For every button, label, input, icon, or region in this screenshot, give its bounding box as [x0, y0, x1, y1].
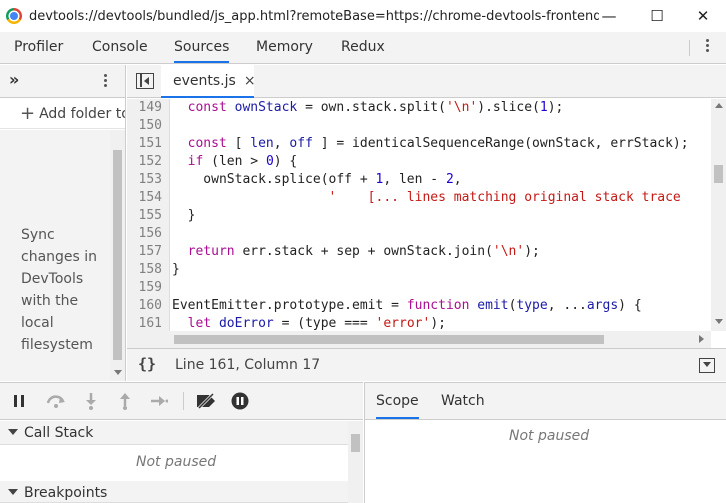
tab-console[interactable]: Console [92, 32, 148, 63]
editor-status-bar: {} Line 161, Column 17 [127, 348, 726, 381]
scroll-up-icon[interactable] [715, 103, 723, 108]
code-line: ownStack.splice(off + 1, len - 2, [172, 172, 462, 187]
plus-icon: + [20, 103, 36, 124]
line-number[interactable]: 150 [127, 117, 162, 135]
toggle-navigator-icon[interactable] [136, 73, 154, 89]
code-line: const [ len, off ] = identicalSequenceRa… [187, 136, 689, 151]
navigator-scroll-thumb[interactable] [113, 150, 122, 360]
debugger-scrollbar[interactable] [348, 421, 363, 503]
editor-tab-bar: events.js × [127, 65, 726, 98]
debugger-toolbar [0, 382, 363, 420]
scroll-right-icon[interactable] [699, 335, 704, 343]
pause-on-exceptions-icon[interactable] [231, 392, 249, 410]
customize-devtools-icon[interactable] [706, 39, 709, 54]
toolbar-divider [183, 392, 184, 410]
toggle-debugger-icon[interactable] [699, 358, 715, 373]
window-title: devtools://devtools/bundled/js_app.html?… [29, 8, 599, 24]
code-line: if (len > 0) { [187, 154, 298, 169]
debugger-sidebar-tabs: Scope Watch [364, 382, 726, 420]
scope-pane: Not paused [364, 420, 726, 503]
pause-icon[interactable] [14, 392, 24, 410]
step-over-icon[interactable] [45, 392, 67, 410]
minimize-button[interactable]: — [586, 0, 632, 32]
debugger-scroll-thumb[interactable] [351, 434, 360, 452]
code-line: EventEmitter.prototype.emit = function e… [172, 298, 642, 313]
toolbar-divider [689, 40, 690, 56]
tab-memory[interactable]: Memory [256, 32, 313, 63]
close-window-button[interactable]: ✕ [680, 0, 726, 32]
code-line: } [172, 262, 180, 277]
chrome-logo-icon [6, 8, 22, 24]
line-number[interactable]: 161 [127, 315, 162, 331]
call-stack-label: Call Stack [24, 425, 94, 441]
expand-triangle-icon [8, 489, 18, 495]
line-number[interactable]: 155 [127, 207, 162, 225]
pretty-print-icon[interactable]: {} [138, 355, 156, 373]
line-number[interactable]: 154 [127, 189, 162, 207]
code-line: let doError = (type === 'error'); [187, 316, 446, 331]
more-tabs-icon[interactable]: » [9, 70, 19, 89]
tab-redux[interactable]: Redux [341, 32, 385, 63]
scope-status: Not paused [509, 428, 590, 444]
navigator-body: Sync changes in DevTools with the local … [0, 130, 110, 381]
expand-triangle-icon [8, 429, 18, 435]
line-number[interactable]: 160 [127, 297, 162, 315]
line-number[interactable]: 153 [127, 171, 162, 189]
add-folder-button[interactable]: +Add folder to workspace [0, 99, 125, 129]
editor-vertical-scrollbar[interactable] [711, 99, 726, 331]
tab-scope[interactable]: Scope [376, 383, 419, 419]
code-line: ' [... lines matching original stack tra… [328, 190, 681, 205]
call-stack-header[interactable]: Call Stack [0, 421, 348, 445]
close-tab-icon[interactable]: × [244, 73, 256, 89]
maximize-button[interactable]: ☐ [634, 0, 680, 32]
navigator-toolbar: » [0, 65, 125, 98]
line-number[interactable]: 157 [127, 243, 162, 261]
navigator-scrollbar[interactable] [110, 130, 125, 381]
sync-changes-text: Sync changes in DevTools with the local … [21, 227, 98, 353]
window-titlebar: devtools://devtools/bundled/js_app.html?… [0, 0, 726, 32]
line-number[interactable]: 159 [127, 279, 162, 297]
breakpoints-label: Breakpoints [24, 485, 108, 501]
tab-events-js[interactable]: events.js × [161, 65, 256, 98]
code-line: return err.stack + sep + ownStack.join('… [187, 244, 540, 259]
code-editor[interactable]: 149 const ownStack = own.stack.split('\n… [127, 99, 711, 331]
sources-navigator: » +Add folder to workspace Sync changes … [0, 65, 126, 381]
code-line: const ownStack = own.stack.split('\n').s… [187, 100, 564, 115]
editor-horizontal-scrollbar[interactable] [127, 331, 711, 348]
code-line: } [172, 208, 196, 223]
file-tab-label: events.js [173, 72, 236, 89]
cursor-position: Line 161, Column 17 [175, 357, 321, 373]
step-out-icon[interactable] [119, 392, 131, 410]
line-number[interactable]: 151 [127, 135, 162, 153]
line-number[interactable]: 156 [127, 225, 162, 243]
deactivate-breakpoints-icon[interactable] [195, 392, 217, 410]
tab-profiler[interactable]: Profiler [14, 32, 63, 63]
scroll-down-icon[interactable] [715, 319, 723, 324]
add-folder-label: Add folder to workspace [39, 106, 125, 122]
call-stack-status: Not paused [136, 454, 217, 470]
step-into-icon[interactable] [85, 392, 97, 410]
tab-sources[interactable]: Sources [174, 32, 230, 63]
line-number[interactable]: 158 [127, 261, 162, 279]
main-tab-bar: Profiler Console Sources Memory Redux [0, 32, 726, 64]
editor-scroll-thumb[interactable] [714, 165, 723, 183]
navigator-menu-icon[interactable] [104, 74, 107, 89]
breakpoints-header[interactable]: Breakpoints [0, 481, 348, 503]
tab-watch[interactable]: Watch [441, 383, 485, 419]
scroll-down-icon[interactable] [114, 370, 122, 375]
line-number[interactable]: 149 [127, 99, 162, 117]
editor-hscroll-thumb[interactable] [174, 335, 604, 344]
step-icon[interactable] [150, 392, 168, 410]
line-number[interactable]: 152 [127, 153, 162, 171]
